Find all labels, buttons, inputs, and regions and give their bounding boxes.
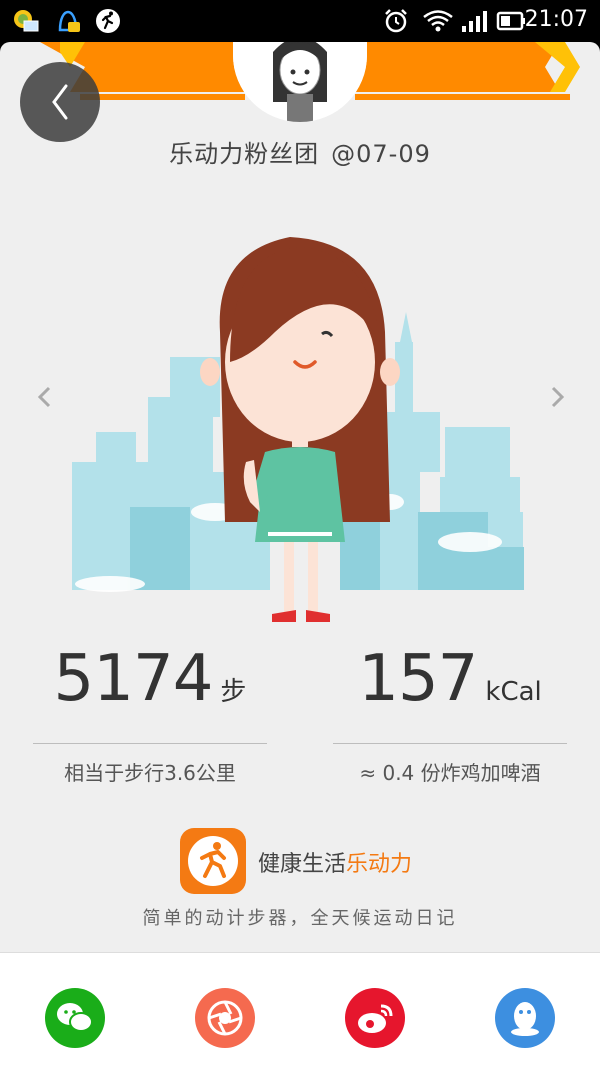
brand-prefix: 健康生活 xyxy=(258,852,347,877)
running-app-icon xyxy=(94,8,122,34)
battery-icon xyxy=(496,8,528,34)
status-bar: 21:07 xyxy=(0,0,600,42)
group-name: 乐动力粉丝团 xyxy=(169,140,320,168)
app-logo-icon xyxy=(180,828,246,894)
alarm-icon xyxy=(382,8,410,34)
main-card: 乐动力粉丝团 @07-09 5174 步 相当于步行3.6公里 157 kCal… xyxy=(0,42,600,952)
share-bar xyxy=(0,952,600,1068)
character-illustration xyxy=(60,212,540,632)
next-arrow-button[interactable] xyxy=(542,382,572,412)
weibo-icon xyxy=(358,1004,393,1033)
moments-icon xyxy=(207,1000,243,1036)
qq-share-button[interactable] xyxy=(495,988,555,1048)
calories-unit: kCal xyxy=(485,677,542,707)
weibo-share-button[interactable] xyxy=(345,988,405,1048)
moments-share-button[interactable] xyxy=(195,988,255,1048)
chevron-right-icon xyxy=(551,386,565,408)
divider xyxy=(33,743,267,744)
page-title: 乐动力粉丝团 @07-09 xyxy=(0,134,600,169)
steps-unit: 步 xyxy=(220,677,247,707)
wechat-share-button[interactable] xyxy=(45,988,105,1048)
brand-name: 乐动力 xyxy=(346,852,413,877)
status-time: 21:07 xyxy=(524,7,588,32)
calories-value: 157 xyxy=(358,642,478,716)
ribbon-right xyxy=(355,42,580,102)
brand-slogan: 简单的动计步器，全天候运动日记 xyxy=(142,908,458,929)
steps-equivalent: 相当于步行3.6公里 xyxy=(64,761,236,785)
user-avatar[interactable] xyxy=(233,42,367,122)
steps-value: 5174 xyxy=(53,642,214,716)
calories-equivalent: ≈ 0.4 份炸鸡加啤酒 xyxy=(359,761,541,785)
steps-stat: 5174 步 相当于步行3.6公里 xyxy=(33,642,267,785)
divider xyxy=(333,743,567,744)
brand-block: 健康生活乐动力 xyxy=(180,828,480,898)
wifi-icon xyxy=(422,8,454,34)
wechat-icon xyxy=(57,1003,93,1032)
weather-mail-icon xyxy=(12,8,40,34)
back-button[interactable] xyxy=(20,62,100,142)
chat-notification-icon xyxy=(54,8,82,34)
chevron-left-icon xyxy=(37,386,51,408)
chevron-left-icon xyxy=(52,84,68,120)
signal-icon xyxy=(460,8,490,34)
qq-icon xyxy=(511,1002,539,1036)
calories-stat: 157 kCal ≈ 0.4 份炸鸡加啤酒 xyxy=(333,642,567,785)
title-date: @07-09 xyxy=(331,140,431,168)
prev-arrow-button[interactable] xyxy=(30,382,60,412)
